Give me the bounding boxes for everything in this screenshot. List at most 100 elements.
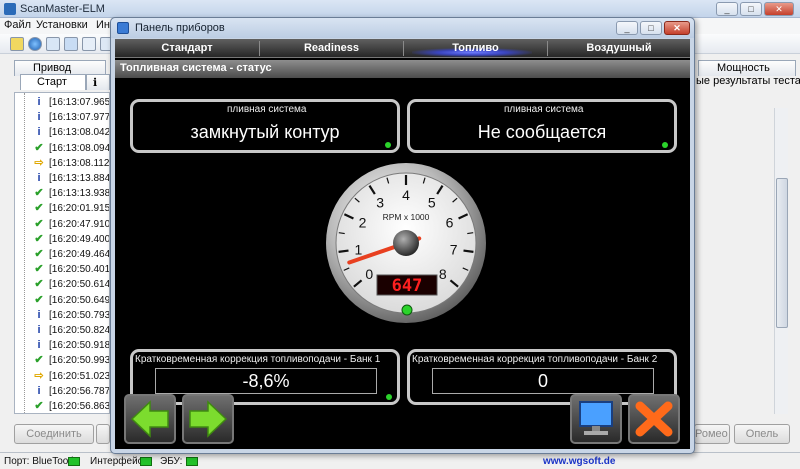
tab-fuel[interactable]: Топливо: [404, 39, 547, 58]
log-row[interactable]: ✔ [16:20:01.915]: [15, 202, 109, 215]
wizard-icon[interactable]: [10, 37, 24, 51]
log-row[interactable]: ✔ [16:20:50.649]: [15, 294, 110, 307]
section-header: Топливная система - статус: [115, 60, 690, 78]
gauge-hub: [393, 230, 419, 256]
dashboard-surface: Стандарт Readiness Топливо Воздушный Топ…: [115, 39, 690, 449]
app-icon: [4, 3, 16, 15]
opel-button[interactable]: Опель: [734, 424, 790, 444]
log-row[interactable]: ✔ [16:20:49.464]: [15, 248, 109, 261]
table-icon[interactable]: [64, 37, 78, 51]
next-button[interactable]: [182, 394, 234, 444]
panel-label: Кратковременная коррекция топливоподачи …: [412, 354, 658, 365]
log-time: [16:13:08.094]: [49, 142, 110, 154]
log-time: [16:13:08.042]: [49, 127, 110, 139]
statusbar: Порт: BlueTooth Интерфейс: ЭБУ: www.wgso…: [0, 452, 800, 469]
dashboard-icon: [117, 22, 129, 34]
dialog-minimize-button[interactable]: _: [616, 21, 638, 35]
gauge-tick: [463, 249, 474, 253]
menu-settings[interactable]: Установки: [36, 19, 88, 31]
exit-button[interactable]: [628, 394, 680, 444]
log-time: [16:13:13.938]: [49, 188, 110, 200]
status-led: [385, 142, 391, 148]
grid-icon[interactable]: [46, 37, 60, 51]
connect-button[interactable]: Соединить: [14, 424, 94, 444]
log-row[interactable]: i [16:13:07.977]: [15, 111, 109, 124]
value-box: 0: [432, 368, 654, 394]
status-led: [662, 142, 668, 148]
dashboard-dialog: Панель приборов _ □ ✕ Стандарт Readiness…: [110, 17, 695, 454]
chart-icon[interactable]: [82, 37, 96, 51]
menu-file[interactable]: Файл: [4, 19, 31, 31]
globe-icon[interactable]: [28, 37, 42, 51]
gauge-tick-label: 7: [450, 241, 458, 257]
tab-readiness[interactable]: Readiness: [260, 39, 403, 58]
log-row[interactable]: ✔ [16:13:13.938]: [15, 187, 110, 200]
arrow-icon: ⇨: [34, 156, 44, 169]
dashboard-tabs: Стандарт Readiness Топливо Воздушный: [115, 39, 690, 58]
log-scrollbar[interactable]: [774, 108, 788, 414]
tab-results-label: ые результаты теста: [696, 75, 800, 87]
romeo-button[interactable]: Ромео: [694, 424, 730, 444]
log-row[interactable]: ✔ [16:20:50.614]: [15, 278, 110, 291]
arrow-right-icon: [189, 400, 228, 438]
status-led: [386, 394, 392, 400]
log-row[interactable]: ⇨ [16:20:51.023]: [15, 369, 110, 383]
previous-button[interactable]: [124, 394, 176, 444]
log-row[interactable]: ✔ [16:20:47.910]: [15, 218, 109, 231]
log-row[interactable]: i [16:20:50.824]: [15, 324, 109, 337]
info-icon: i: [37, 308, 41, 321]
log-time: [16:13:07.965]: [49, 97, 110, 108]
log-row[interactable]: i [16:20:50.918]: [15, 339, 109, 352]
minimize-button[interactable]: _: [716, 2, 738, 16]
gauge-tick-label: 4: [402, 187, 410, 203]
menu-info[interactable]: Ин: [96, 19, 110, 31]
tab-standard[interactable]: Стандарт: [115, 39, 259, 58]
panel-label: пливная система: [227, 104, 307, 115]
log-row[interactable]: ✔ [16:20:50.993]: [15, 354, 109, 367]
main-window-title: ScanMaster-ELM: [20, 3, 105, 15]
log-row[interactable]: ✔ [16:20:56.863]: [15, 400, 110, 413]
tab-air[interactable]: Воздушный: [548, 39, 690, 58]
arrow-icon: ⇨: [34, 369, 44, 382]
tab-start[interactable]: Старт: [20, 74, 86, 90]
log-row[interactable]: i [16:13:08.042]: [15, 126, 110, 139]
log-row[interactable]: i [16:20:50.793]: [15, 308, 110, 322]
interface-status: Интерфейс:: [90, 456, 146, 467]
log-time: [16:13:13.884]: [49, 173, 110, 184]
dialog-close-button[interactable]: ✕: [664, 21, 690, 35]
scrollbar-thumb[interactable]: [776, 178, 788, 328]
log-time: [16:20:51.023]: [49, 370, 110, 382]
log-row[interactable]: ✔ [16:13:08.094]: [15, 142, 110, 155]
tab-drive-label: Привод: [33, 62, 72, 74]
log-row[interactable]: i [16:20:56.787]: [15, 385, 109, 398]
hidden-button[interactable]: [96, 424, 110, 444]
log-time: [16:20:50.614]: [49, 279, 110, 291]
log-row[interactable]: ✔ [16:20:49.400]: [15, 232, 109, 246]
panel-value: замкнутый контур: [190, 122, 340, 142]
dialog-maximize-button[interactable]: □: [640, 21, 662, 35]
tab-start-label: Старт: [37, 76, 67, 88]
check-icon: ✔: [34, 400, 44, 412]
log-time: [16:20:50.793]: [49, 309, 110, 321]
log-time: [16:20:50.649]: [49, 294, 110, 306]
log-time: [16:20:56.863]: [49, 401, 110, 412]
dialog-titlebar[interactable]: Панель приборов _ □ ✕: [111, 18, 694, 38]
log-row[interactable]: ✔ [16:20:50.401]: [15, 263, 109, 276]
tab-info[interactable]: ℹ: [86, 74, 110, 90]
log-row[interactable]: i [16:13:07.965]: [15, 96, 110, 109]
value-box: -8,6%: [155, 368, 377, 394]
close-button[interactable]: ✕: [764, 2, 794, 16]
panel-label: пливная система: [504, 104, 584, 115]
log-row[interactable]: ⇨ [16:13:08.112]: [15, 156, 109, 170]
check-icon: ✔: [34, 232, 44, 245]
log-list[interactable]: i [16:13:07.965] i [16:13:07.977] i [16:13:08…: [14, 92, 110, 414]
log-row[interactable]: i [16:13:13.884]: [15, 172, 110, 185]
monitor-button[interactable]: [570, 394, 622, 444]
info-icon: i: [37, 172, 41, 184]
info-icon: i: [37, 96, 41, 108]
check-icon: ✔: [34, 354, 44, 367]
maximize-button[interactable]: □: [740, 2, 762, 16]
tab-results[interactable]: ые результаты теста: [690, 74, 800, 90]
website-link[interactable]: www.wgsoft.de: [543, 456, 615, 467]
gauge-status-led: [401, 304, 413, 316]
